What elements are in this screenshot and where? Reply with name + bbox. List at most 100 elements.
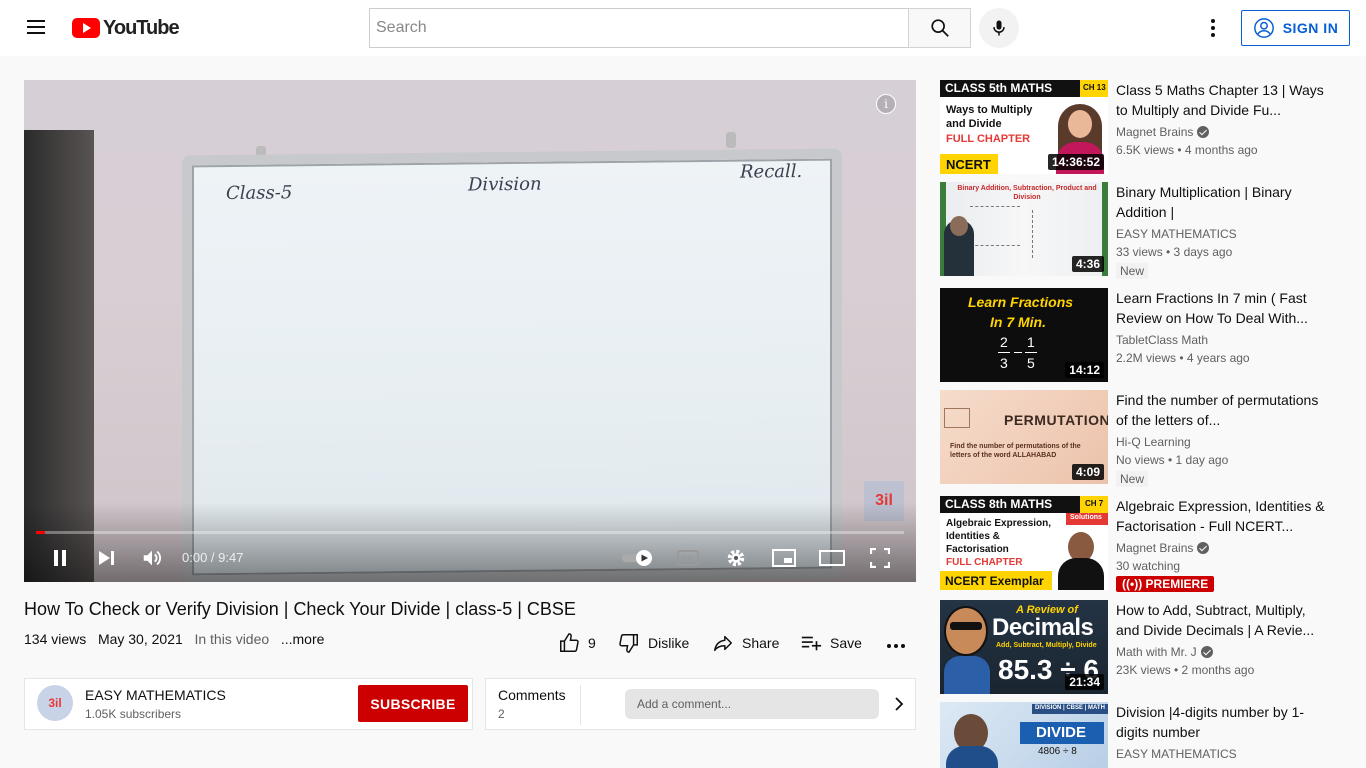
more-actions-button[interactable] (884, 632, 908, 656)
recommendation-channel[interactable]: Magnet Brains (1116, 125, 1210, 139)
dislike-label: Dislike (648, 635, 690, 651)
comments-teaser[interactable]: Comments 2 Add a comment... (485, 678, 916, 730)
description-preview: In this video (194, 631, 270, 647)
sign-in-label: SIGN IN (1282, 20, 1339, 36)
video-thumbnail[interactable]: PERMUTATION Find the number of permutati… (940, 390, 1108, 484)
autoplay-toggle[interactable] (618, 542, 658, 574)
recommendation-item[interactable]: A Review of Decimals Add, Subtract, Mult… (940, 600, 1350, 694)
recommendation-channel[interactable]: Hi-Q Learning (1116, 435, 1191, 449)
subtitles-button[interactable]: CC (672, 542, 704, 574)
recommendation-item[interactable]: Learn Fractions In 7 Min. 2 3 1 5 14:12 … (940, 288, 1350, 382)
channel-card: 3il EASY MATHEMATICS 1.05K subscribers S… (24, 678, 473, 730)
recommendation-item[interactable]: DIVISION | CBSE | MATH DIVIDE 4806 ÷ 8 D… (940, 702, 1350, 768)
board-text-recall: Recall. (740, 160, 803, 183)
video-thumbnail[interactable]: A Review of Decimals Add, Subtract, Mult… (940, 600, 1108, 694)
thumbnail-text: DIVIDE (1036, 724, 1087, 741)
dislike-button[interactable]: Dislike (618, 632, 689, 654)
save-button[interactable]: Save (800, 632, 862, 654)
thumbnail-text: Learn Fractions (968, 294, 1074, 310)
settings-button[interactable] (720, 542, 752, 574)
playlist-add-icon (801, 636, 822, 651)
progress-fill (36, 531, 45, 534)
show-more-link[interactable]: ...more (281, 631, 325, 647)
like-button[interactable]: 9 (558, 632, 596, 654)
channel-name: EASY MATHEMATICS (1116, 747, 1237, 761)
recommendation-title[interactable]: How to Add, Subtract, Multiply, and Divi… (1116, 600, 1326, 640)
recommendation-item[interactable]: CLASS 5th MATHS CH 13 Ways to Multiply a… (940, 80, 1350, 174)
verified-badge-icon (1200, 646, 1213, 658)
video-thumbnail[interactable]: CLASS 5th MATHS CH 13 Ways to Multiply a… (940, 80, 1108, 174)
thumbnail-text: NCERT Exemplar (945, 574, 1044, 588)
progress-bar[interactable] (36, 531, 904, 534)
add-comment-field[interactable]: Add a comment... (625, 689, 879, 719)
premiere-label: PREMIERE (1145, 577, 1209, 591)
comments-count: 2 (498, 707, 505, 721)
channel-name[interactable]: EASY MATHEMATICS (85, 687, 226, 703)
recommendation-title[interactable]: Binary Multiplication | Binary Addition … (1116, 182, 1326, 222)
channel-avatar[interactable]: 3il (37, 685, 73, 721)
board-text-class: Class-5 (226, 182, 293, 204)
youtube-play-icon (72, 18, 100, 38)
recommendation-channel[interactable]: Math with Mr. J (1116, 645, 1213, 659)
board-hook (726, 132, 736, 148)
recommendation-item[interactable]: PERMUTATION Find the number of permutati… (940, 390, 1350, 487)
video-duration: 21:34 (1065, 674, 1104, 690)
subscribe-button[interactable]: SUBSCRIBE (358, 685, 468, 722)
recommendation-title[interactable]: Class 5 Maths Chapter 13 | Ways to Multi… (1116, 80, 1326, 120)
search-button[interactable] (908, 8, 971, 48)
video-player[interactable]: Class-5 Division Recall. i 3il 0:00 / 9:… (24, 80, 916, 582)
sign-in-button[interactable]: SIGN IN (1241, 10, 1350, 46)
more-options-icon[interactable] (1201, 16, 1225, 40)
voice-search-button[interactable] (979, 8, 1019, 48)
time-display: 0:00 / 9:47 (182, 550, 244, 565)
search-box (369, 8, 971, 48)
video-duration: 4:09 (1071, 464, 1104, 480)
thumbnail-text: Binary Addition, Subtraction, Product an… (957, 185, 1097, 201)
next-button[interactable] (90, 542, 122, 574)
svg-text:CC: CC (682, 555, 694, 564)
search-input[interactable] (369, 8, 908, 48)
recommendation-channel[interactable]: Magnet Brains (1116, 541, 1210, 555)
recommendation-title[interactable]: Algebraic Expression, Identities & Facto… (1116, 496, 1326, 536)
info-icon[interactable]: i (876, 94, 896, 114)
video-meta: 134 views May 30, 2021 In this video ...… (24, 631, 324, 647)
video-thumbnail[interactable]: Binary Addition, Subtraction, Product an… (940, 182, 1108, 276)
video-duration: 4:36 (1071, 256, 1104, 272)
recommendation-title[interactable]: Division |4-digits number by 1-digits nu… (1116, 702, 1326, 742)
thumbs-up-icon (560, 633, 579, 652)
share-button[interactable]: Share (712, 632, 779, 654)
channel-name: EASY MATHEMATICS (1116, 227, 1237, 241)
miniplayer-button[interactable] (768, 542, 800, 574)
recommendation-item[interactable]: CLASS 8th MATHS CH 7 Algebraic Expressio… (940, 496, 1350, 592)
fullscreen-button[interactable] (864, 542, 896, 574)
thumbnail-text: Factorisation (946, 544, 1009, 555)
recommendation-channel[interactable]: EASY MATHEMATICS (1116, 227, 1237, 241)
mute-button[interactable] (136, 542, 168, 574)
recommendation-channel[interactable]: TabletClass Math (1116, 333, 1208, 347)
theater-mode-button[interactable] (816, 542, 848, 574)
recommendation-stats: 2.2M views • 4 years ago (1116, 351, 1250, 365)
thumbnail-text: CLASS 5th MATHS (945, 81, 1053, 95)
thumbnail-text: and Divide (946, 118, 1002, 130)
logo-text: YouTube (103, 16, 180, 39)
recommendation-channel[interactable]: EASY MATHEMATICS (1116, 747, 1237, 761)
menu-icon[interactable] (24, 16, 48, 40)
recommendation-title[interactable]: Learn Fractions In 7 min ( Fast Review o… (1116, 288, 1326, 328)
premiere-icon: ((•)) (1122, 577, 1146, 591)
volume-icon (143, 550, 161, 566)
thumbnail-text: CH 13 (1083, 83, 1106, 92)
video-thumbnail[interactable]: Learn Fractions In 7 Min. 2 3 1 5 14:12 (940, 288, 1108, 382)
thumbnail-text: Add, Subtract, Multiply, Divide (996, 642, 1097, 649)
more-horizontal-icon (887, 644, 905, 648)
video-thumbnail[interactable]: CLASS 8th MATHS CH 7 Algebraic Expressio… (940, 496, 1108, 590)
like-count: 9 (588, 635, 596, 651)
recommendation-item[interactable]: Binary Addition, Subtraction, Product an… (940, 182, 1350, 279)
next-icon (99, 551, 114, 565)
thumbnail-text: CH 7 (1085, 499, 1104, 508)
recommendation-title[interactable]: Find the number of permutations of the l… (1116, 390, 1326, 430)
youtube-logo[interactable]: YouTube (72, 16, 180, 39)
divider (580, 685, 581, 725)
video-thumbnail[interactable]: DIVISION | CBSE | MATH DIVIDE 4806 ÷ 8 (940, 702, 1108, 768)
pause-button[interactable] (44, 542, 76, 574)
chevron-right-icon[interactable] (891, 695, 907, 713)
